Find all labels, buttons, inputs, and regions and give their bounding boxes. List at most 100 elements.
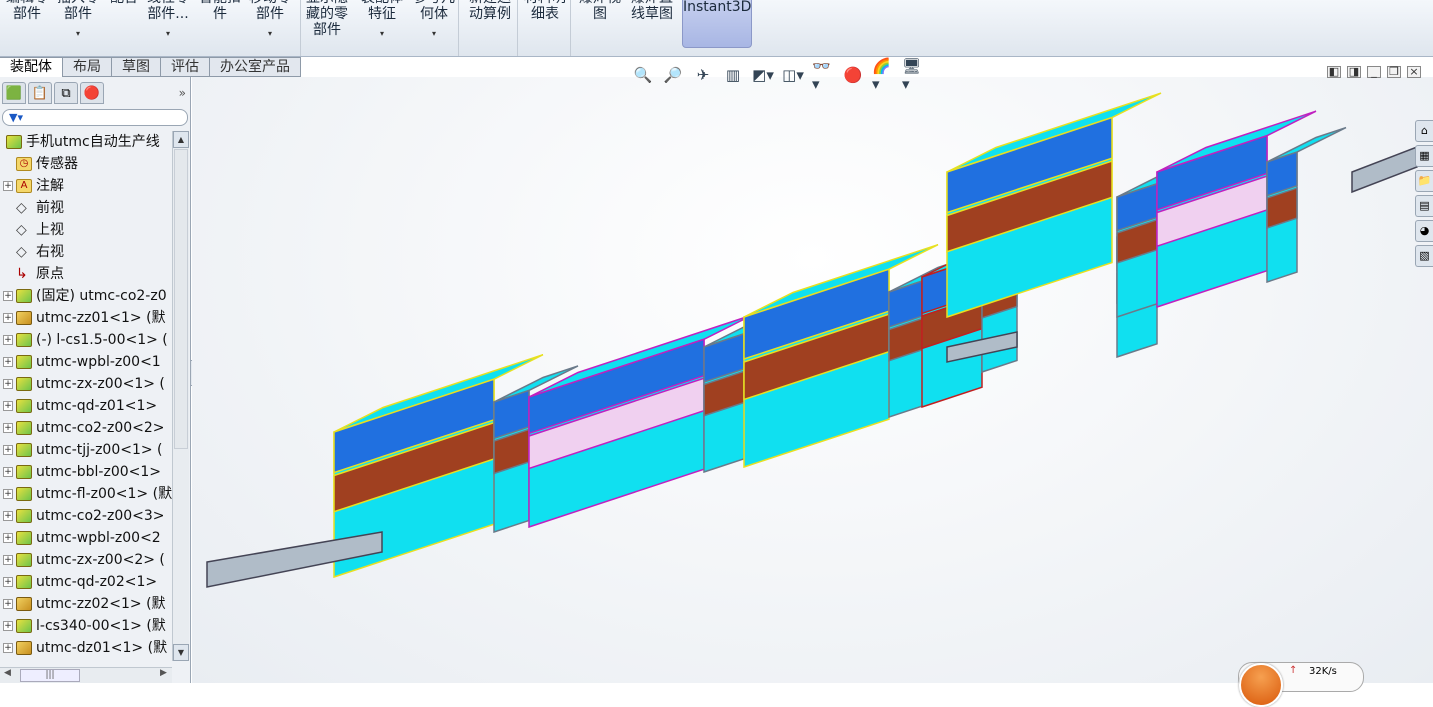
tree-vertical-scrollbar[interactable]: ▲ ▼ — [172, 131, 189, 661]
expand-icon[interactable]: + — [3, 577, 13, 587]
expand-icon[interactable]: + — [3, 511, 13, 521]
expand-icon[interactable]: + — [3, 467, 13, 477]
expand-icon[interactable]: + — [3, 621, 13, 631]
view-settings-icon[interactable]: 🖥▾ — [902, 57, 924, 93]
apply-scene-icon[interactable]: 🌈▾ — [872, 57, 894, 93]
expand-icon[interactable]: + — [3, 489, 13, 499]
display-style-icon[interactable]: ◫▾ — [782, 64, 804, 86]
tree-item[interactable]: + utmc-tjj-z00<1> ( — [0, 439, 172, 461]
tree-item[interactable]: + (固定) utmc-co2-z0 — [0, 285, 172, 307]
tree-item-label: 注解 — [36, 178, 64, 194]
view-palette-icon[interactable]: ▤ — [1415, 195, 1433, 217]
tab-4[interactable]: 办公室产品 — [210, 57, 301, 77]
tree-root[interactable]: 手机utmc自动生产线 — [0, 131, 172, 153]
expand-icon[interactable]: + — [3, 599, 13, 609]
configuration-manager-tab-icon[interactable]: ⧉ — [54, 82, 78, 104]
expand-panel-icon[interactable]: » — [179, 86, 186, 100]
tree-item[interactable]: + utmc-bbl-z00<1> — [0, 461, 172, 483]
scroll-thumb[interactable] — [174, 149, 188, 449]
edit-appearance-icon[interactable]: 🔴 — [842, 64, 864, 86]
expand-icon[interactable]: + — [3, 357, 13, 367]
property-manager-tab-icon[interactable]: 📋 — [28, 82, 52, 104]
appearance-tab-icon[interactable]: 🔴 — [80, 82, 104, 104]
tab-0[interactable]: 装配体 — [0, 57, 63, 77]
ribbon-button-5[interactable]: 移动零 部件 ▾ — [244, 0, 296, 42]
tile-right-icon[interactable]: ◨ — [1347, 66, 1361, 78]
tree-item[interactable]: + utmc-co2-z00<2> — [0, 417, 172, 439]
dropdown-arrow-icon[interactable]: ▾ — [408, 26, 460, 42]
ribbon-button-12[interactable]: 爆炸直 线草图 — [626, 0, 678, 22]
tab-1[interactable]: 布局 — [63, 57, 112, 77]
dropdown-arrow-icon[interactable]: ▾ — [142, 26, 194, 42]
home-icon[interactable]: ⌂ — [1415, 120, 1433, 142]
expand-icon[interactable]: + — [3, 555, 13, 565]
expand-icon[interactable]: + — [3, 643, 13, 653]
graphics-area[interactable] — [192, 77, 1433, 683]
expand-icon[interactable]: + — [3, 401, 13, 411]
tree-item[interactable]: + utmc-zz02<1> (默 — [0, 593, 172, 615]
expand-icon[interactable]: + — [3, 533, 13, 543]
tree-item[interactable]: + (-) l-cs1.5-00<1> ( — [0, 329, 172, 351]
tree-item[interactable]: + utmc-dz01<1> (默 — [0, 637, 172, 657]
tree-item[interactable]: ◇ 上视 — [0, 219, 172, 241]
minimize-icon[interactable]: _ — [1367, 66, 1381, 78]
ribbon-button-7[interactable]: 装配体 特征 ▾ — [356, 0, 408, 42]
instant3d-button[interactable]: Instant3D — [682, 0, 752, 48]
tree-item[interactable]: + A 注解 — [0, 175, 172, 197]
expand-icon[interactable]: + — [3, 445, 13, 455]
tree-item[interactable]: + utmc-wpbl-z00<2 — [0, 527, 172, 549]
tab-2[interactable]: 草图 — [112, 57, 161, 77]
expand-icon[interactable]: + — [3, 181, 13, 191]
tree-item[interactable]: + utmc-zx-z00<1> ( — [0, 373, 172, 395]
ribbon-button-0[interactable]: 编辑零 部件 — [1, 0, 53, 22]
tile-left-icon[interactable]: ◧ — [1327, 66, 1341, 78]
filter-input[interactable]: ▼▾ — [2, 109, 188, 126]
dropdown-arrow-icon[interactable]: ▾ — [244, 26, 296, 42]
tree-item[interactable]: + utmc-wpbl-z00<1 — [0, 351, 172, 373]
ribbon-button-10[interactable]: 材料明 细表 — [519, 0, 571, 22]
section-view-icon[interactable]: ▥ — [722, 64, 744, 86]
close-icon[interactable]: × — [1407, 66, 1421, 78]
ribbon-button-4[interactable]: 智能扣 件 — [194, 0, 246, 22]
ribbon-button-11[interactable]: 爆炸视 图 — [574, 0, 626, 22]
ribbon-button-8[interactable]: 参考几 何体 ▾ — [408, 0, 460, 42]
appearances-icon[interactable]: ◕ — [1415, 220, 1433, 242]
tree-item[interactable]: + utmc-co2-z00<3> — [0, 505, 172, 527]
view-orientation-icon[interactable]: ◩▾ — [752, 64, 774, 86]
expand-icon[interactable]: + — [3, 379, 13, 389]
expand-icon[interactable]: + — [3, 291, 13, 301]
tab-3[interactable]: 评估 — [161, 57, 210, 77]
expand-icon[interactable]: + — [3, 335, 13, 345]
scroll-up-button[interactable]: ▲ — [173, 131, 189, 148]
tree-horizontal-scrollbar[interactable]: ◀ ||| ▶ — [0, 667, 172, 683]
scroll-down-button[interactable]: ▼ — [173, 644, 189, 661]
tree-item[interactable]: + utmc-zz01<1> (默 — [0, 307, 172, 329]
tree-item[interactable]: ◇ 右视 — [0, 241, 172, 263]
dropdown-arrow-icon[interactable]: ▾ — [52, 26, 104, 42]
zoom-to-fit-icon[interactable]: 🔍 — [632, 64, 654, 86]
restore-icon[interactable]: ❐ — [1387, 66, 1401, 78]
ribbon-button-3[interactable]: 线性零 部件... ▾ — [142, 0, 194, 42]
tree-item[interactable]: + utmc-zx-z00<2> ( — [0, 549, 172, 571]
ribbon-button-6[interactable]: 显示隐 藏的零 部件 — [301, 0, 353, 38]
tree-item[interactable]: + utmc-fl-z00<1> (默 — [0, 483, 172, 505]
tree-item[interactable]: + l-cs340-00<1> (默 — [0, 615, 172, 637]
expand-icon[interactable]: + — [3, 313, 13, 323]
tree-item[interactable]: + utmc-qd-z01<1> — [0, 395, 172, 417]
ribbon-button-1[interactable]: 插入零 部件 ▾ — [52, 0, 104, 42]
design-library-icon[interactable]: ▦ — [1415, 145, 1433, 167]
custom-properties-icon[interactable]: ▧ — [1415, 245, 1433, 267]
expand-icon[interactable]: + — [3, 423, 13, 433]
tree-item[interactable]: ↳ 原点 — [0, 263, 172, 285]
previous-view-icon[interactable]: ✈ — [692, 64, 714, 86]
zoom-to-area-icon[interactable]: 🔎 — [662, 64, 684, 86]
file-explorer-icon[interactable]: 📁 — [1415, 170, 1433, 192]
tree-item[interactable]: ◇ 前视 — [0, 197, 172, 219]
tree-item[interactable]: ◷ 传感器 — [0, 153, 172, 175]
tree-item[interactable]: + utmc-qd-z02<1> — [0, 571, 172, 593]
ribbon-button-9[interactable]: 新建运 动算例 — [464, 0, 516, 22]
hide-show-items-icon[interactable]: 👓▾ — [812, 57, 834, 93]
dropdown-arrow-icon[interactable]: ▾ — [356, 26, 408, 42]
feature-tree-tab-icon[interactable]: 🟩 — [2, 82, 26, 104]
assembly-icon — [16, 509, 32, 523]
